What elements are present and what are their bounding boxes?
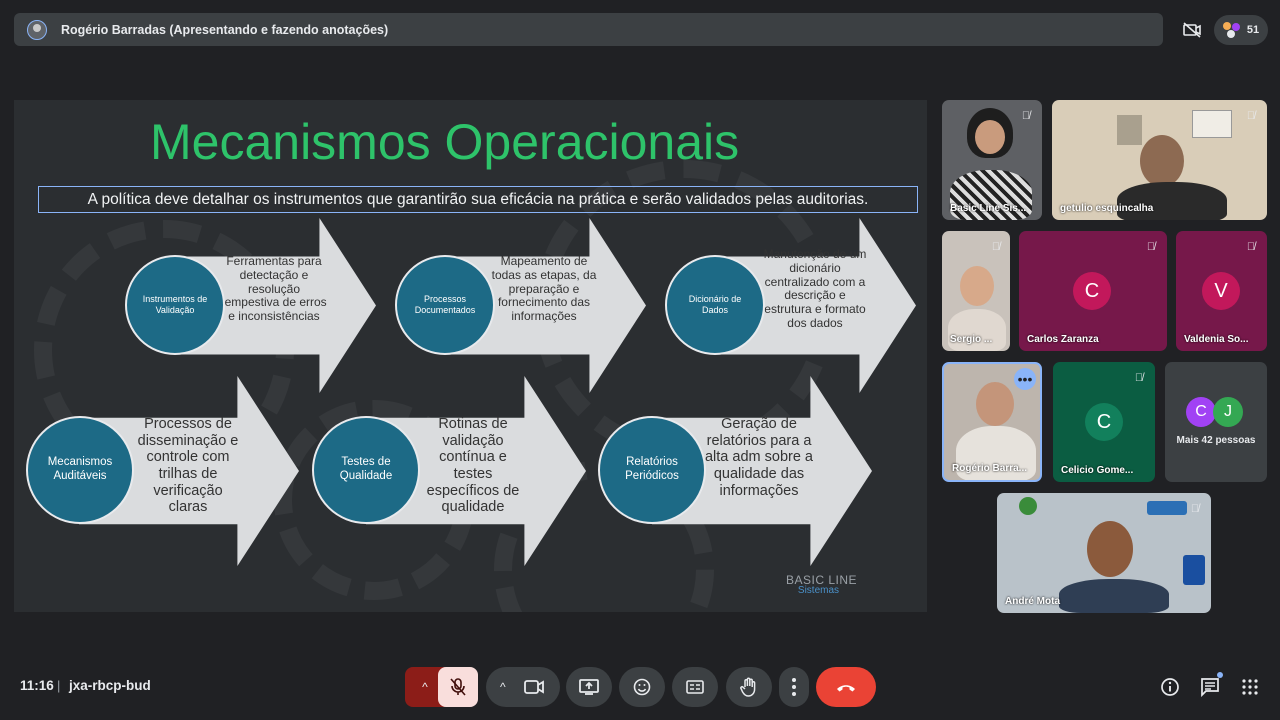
item-circle: Testes de Qualidade [312, 416, 420, 524]
captions-icon [686, 680, 704, 694]
chat-icon [1201, 678, 1219, 697]
chat-button[interactable] [1197, 672, 1223, 700]
avatar: V [1202, 272, 1240, 310]
apps-grid-icon [1242, 679, 1258, 695]
more-vert-icon [792, 678, 796, 696]
presenter-avatar [27, 19, 47, 40]
slide-title: Mecanismos Operacionais [150, 114, 740, 170]
separator: | [57, 678, 61, 693]
basic-line-logo: BASIC LINE Sistemas [786, 573, 858, 596]
item-text: Mapeamento de todas as etapas, da prepar… [491, 254, 597, 324]
meeting-time: 11:16 [20, 678, 54, 693]
people-icon [1222, 22, 1243, 38]
more-options-button[interactable] [779, 667, 809, 707]
camera-off-icon[interactable] [1178, 15, 1206, 45]
item-circle: Instrumentos de Validação [125, 255, 225, 355]
participant-tile[interactable]: V 🎙̸ Valdenia So... [1176, 231, 1267, 351]
camera-options-button[interactable]: ^ [486, 667, 560, 707]
mic-off-icon: 🎙̸ [1021, 110, 1031, 122]
hand-icon [740, 677, 756, 697]
mic-toggle-button[interactable] [438, 667, 478, 707]
meeting-code: jxa-rbcp-bud [69, 678, 151, 693]
mic-off-icon: 🎙̸ [991, 241, 1001, 253]
emoji-button[interactable] [619, 667, 665, 707]
mic-off-icon: 🎙̸ [1190, 503, 1200, 515]
emoji-icon [633, 678, 651, 696]
activities-button[interactable] [1237, 674, 1263, 700]
avatar: C [1085, 403, 1123, 441]
participant-name: Celicio Gome... [1061, 465, 1134, 476]
info-icon [1161, 678, 1179, 696]
camera-icon [523, 680, 544, 694]
mic-off-icon [450, 678, 466, 696]
presentation-slide: Mecanismos Operacionais A política deve … [14, 100, 927, 612]
item-text: Ferramentas para detectação e resolução … [221, 254, 327, 324]
item-circle: Mecanismos Auditáveis [26, 416, 134, 524]
avatar: C [1186, 397, 1216, 427]
raise-hand-button[interactable] [726, 667, 772, 707]
participant-tile[interactable]: C 🎙̸ Celicio Gome... [1053, 362, 1155, 482]
item-text: Rotinas de validação contínua e testes e… [426, 416, 520, 516]
participants-button[interactable]: 51 [1214, 15, 1268, 45]
more-options-icon[interactable]: ••• [1014, 368, 1036, 390]
participant-name: Carlos Zaranza [1027, 334, 1099, 345]
mic-off-icon: 🎙̸ [1146, 241, 1156, 253]
participant-count: 51 [1246, 24, 1260, 36]
item-circle: Dicionário de Dados [665, 255, 765, 355]
presenter-title: Rogério Barradas (Apresentando e fazendo… [61, 22, 389, 37]
presenter-bar[interactable]: Rogério Barradas (Apresentando e fazendo… [14, 13, 1163, 46]
mic-off-icon: 🎙̸ [1246, 110, 1256, 122]
mic-off-icon: 🎙̸ [1134, 372, 1144, 384]
participant-name: Rogério Barra... [952, 463, 1028, 474]
avatar: J [1213, 397, 1243, 427]
present-icon [579, 679, 599, 695]
leave-call-button[interactable] [816, 667, 876, 707]
item-text: Processos de disseminação e controle com… [137, 416, 239, 516]
participant-name: Valdenia So... [1184, 334, 1249, 345]
participant-tile[interactable]: C 🎙̸ Carlos Zaranza [1019, 231, 1167, 351]
more-people-label: Mais 42 pessoas [1176, 435, 1256, 446]
participant-name: Basic Line Sis... [950, 203, 1027, 214]
participant-tile-active-speaker[interactable]: ••• Rogério Barra... [942, 362, 1042, 482]
participant-tile[interactable]: 🎙̸ getulio esquincalha [1052, 100, 1267, 220]
participant-tile[interactable]: 🎙̸ Basic Line Sis... [942, 100, 1042, 220]
captions-button[interactable] [672, 667, 718, 707]
end-call-icon [837, 685, 855, 692]
participant-name: getulio esquincalha [1060, 203, 1154, 214]
mic-off-icon: 🎙̸ [1246, 241, 1256, 253]
chevron-up-icon: ^ [500, 680, 506, 694]
participant-tile[interactable]: 🎙̸ Sergio ... [942, 231, 1010, 351]
info-button[interactable] [1157, 674, 1183, 700]
participant-tile[interactable]: 🎙̸ André Mota [997, 493, 1211, 613]
more-people-tile[interactable]: C J Mais 42 pessoas [1165, 362, 1267, 482]
participant-name: André Mota [1005, 596, 1060, 607]
item-circle: Relatórios Periódicos [598, 416, 706, 524]
item-circle: Processos Documentados [395, 255, 495, 355]
avatar: C [1073, 272, 1111, 310]
item-text: Manutenção de um dicionário centralizado… [763, 247, 867, 330]
present-screen-button[interactable] [566, 667, 612, 707]
item-text: Geração de relatórios para a alta adm so… [704, 416, 813, 499]
participant-name: Sergio ... [950, 334, 993, 345]
slide-subtitle: A política deve detalhar os instrumentos… [38, 186, 918, 213]
notification-dot [1217, 672, 1223, 678]
